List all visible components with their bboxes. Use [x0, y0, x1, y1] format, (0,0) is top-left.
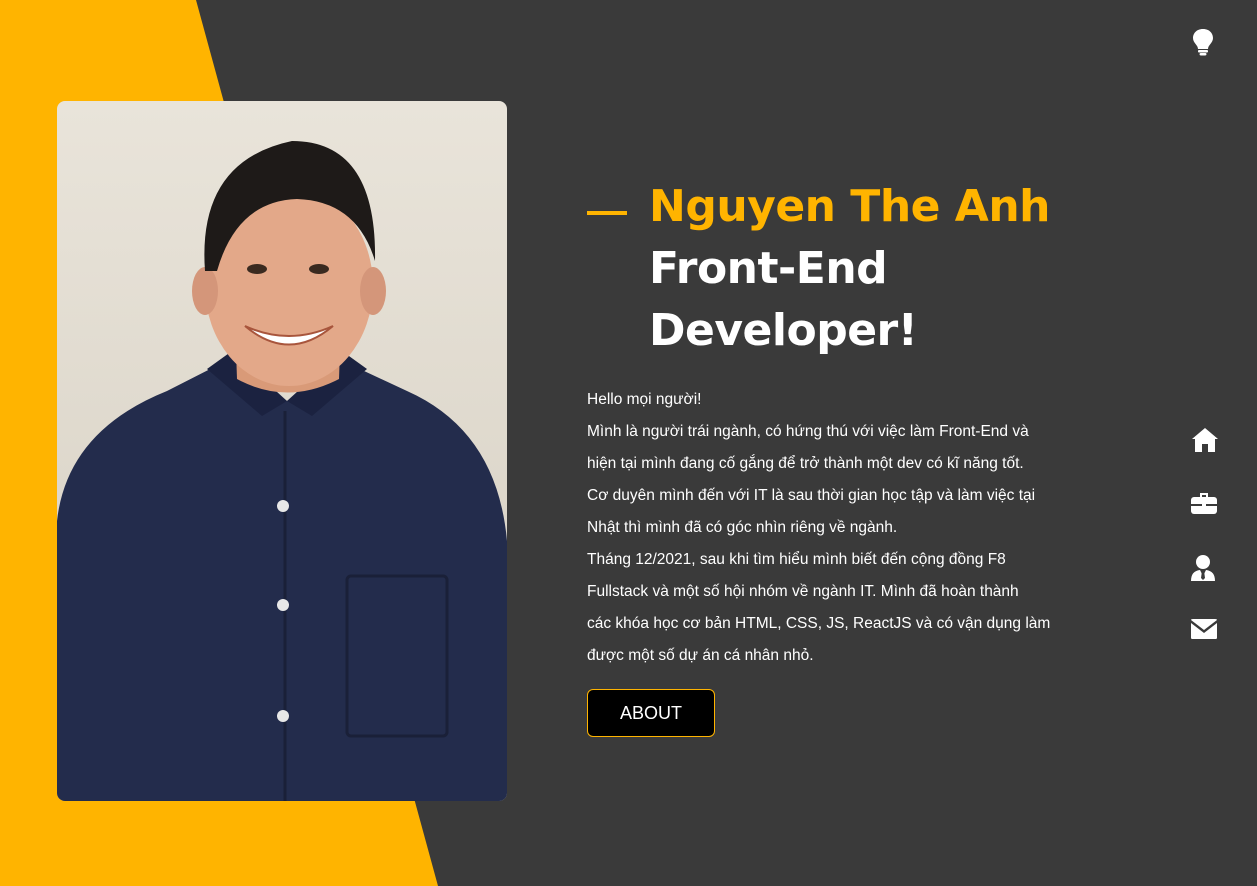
lightbulb-icon[interactable] [1190, 28, 1216, 56]
developer-name: Nguyen The Anh [649, 181, 1051, 232]
intro-line: Tháng 12/2021, sau khi tìm hiểu mình biế… [587, 551, 1006, 568]
intro-text: Hello mọi người! Mình là người trái ngàn… [587, 384, 1127, 672]
intro-line: được một số dự án cá nhân nhỏ. [587, 647, 814, 664]
hero-content: Nguyen The Anh Front-End Developer! Hell… [587, 176, 1127, 737]
intro-line: Hello mọi người! [587, 391, 702, 408]
intro-line: các khóa học cơ bản HTML, CSS, JS, React… [587, 615, 1051, 632]
intro-line: Nhật thì mình đã có góc nhìn riêng về ng… [587, 519, 898, 536]
intro-line: hiện tại mình đang cố gắng để trở thành … [587, 455, 1024, 472]
home-icon[interactable] [1190, 426, 1220, 456]
envelope-icon[interactable] [1190, 618, 1220, 648]
role-line-1: Front-End [649, 243, 888, 294]
intro-line: Mình là người trái ngành, có hứng thú vớ… [587, 423, 1029, 440]
briefcase-icon[interactable] [1190, 490, 1220, 520]
side-nav [1190, 426, 1224, 682]
about-button[interactable]: ABOUT [587, 689, 715, 737]
user-tie-icon[interactable] [1190, 554, 1220, 584]
intro-line: Fullstack và một số hội nhóm về ngành IT… [587, 583, 1019, 600]
hero-heading: Nguyen The Anh Front-End Developer! [587, 176, 1127, 362]
heading-accent-dash [587, 211, 627, 215]
profile-photo [57, 101, 507, 801]
intro-line: Cơ duyên mình đến với IT là sau thời gia… [587, 487, 1036, 504]
role-line-2: Developer! [649, 305, 918, 356]
